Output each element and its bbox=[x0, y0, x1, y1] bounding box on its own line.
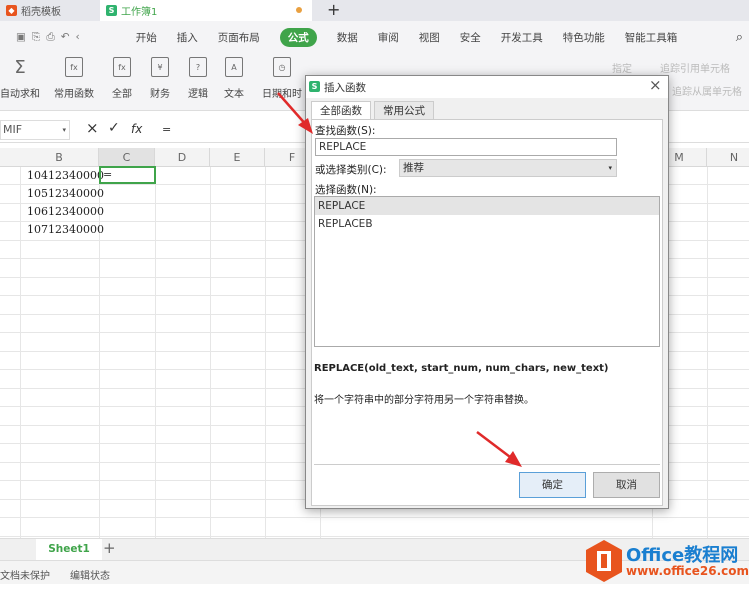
red-arrow-icon bbox=[476, 431, 522, 467]
red-arrow-icon bbox=[277, 92, 313, 134]
watermark-logo: Office教程网 www.office26.com bbox=[584, 538, 749, 584]
annotation-arrows bbox=[277, 92, 522, 467]
office-logo-icon bbox=[586, 540, 622, 582]
watermark-url: www.office26.com bbox=[626, 564, 749, 578]
